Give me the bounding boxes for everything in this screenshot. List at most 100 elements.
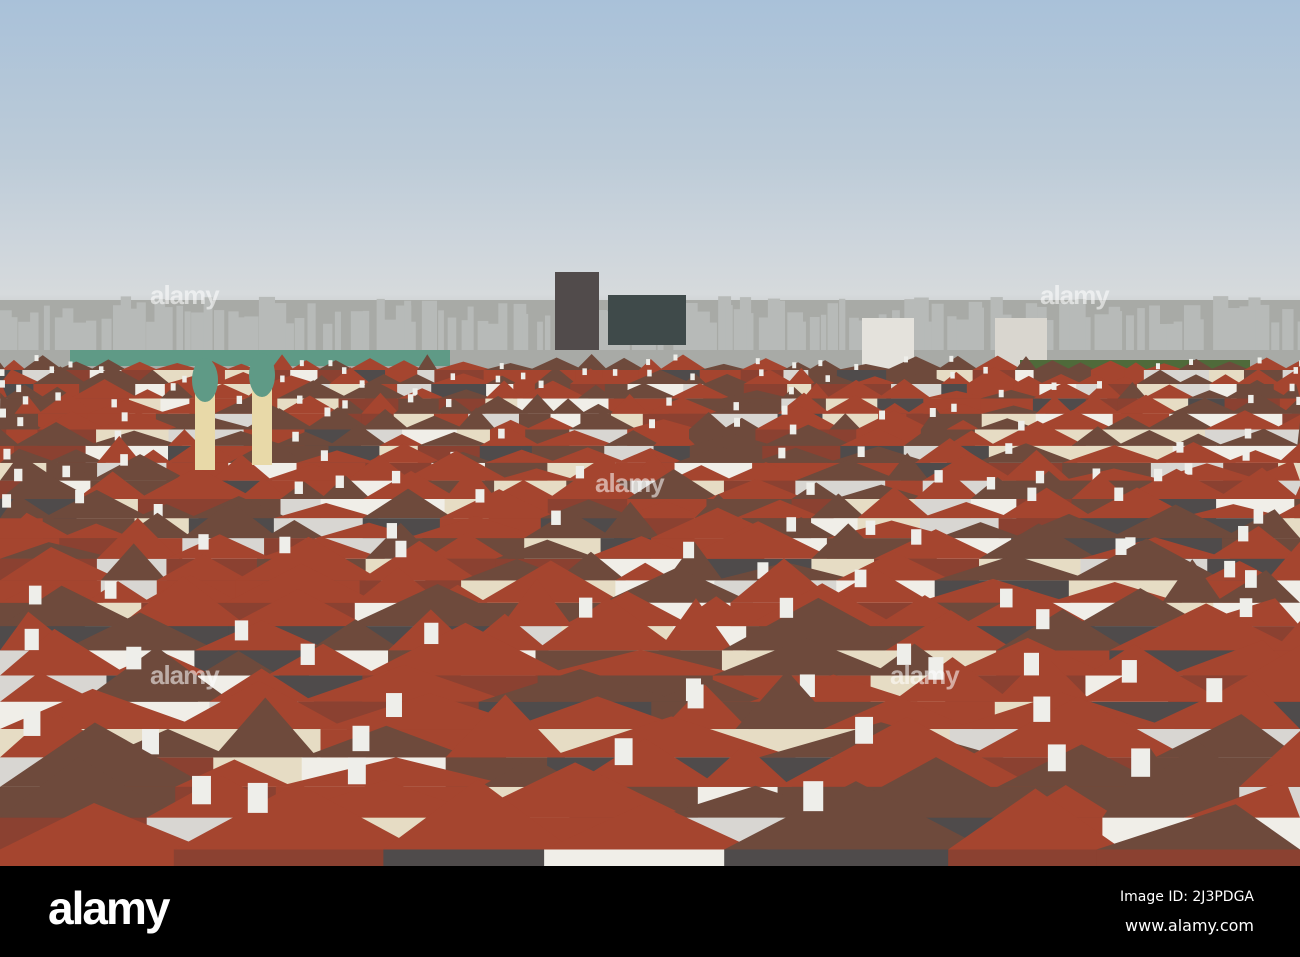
chimney (855, 716, 874, 744)
distant-building (323, 323, 333, 350)
distant-building (285, 323, 294, 350)
chimney (582, 368, 587, 376)
footer-bar: alamy Image ID: 2J3PDGA www.alamy.com (0, 866, 1300, 957)
chimney (781, 405, 788, 415)
tower-building (608, 295, 686, 345)
chimney (673, 354, 678, 361)
chimney (792, 362, 797, 369)
distant-building (1198, 319, 1204, 350)
distant-building (544, 315, 551, 350)
chimney (825, 375, 830, 382)
chimney (170, 383, 176, 391)
distant-building (798, 321, 806, 350)
chimney (1245, 570, 1257, 588)
distant-building (1261, 317, 1269, 350)
distant-building (522, 313, 529, 350)
chimney (551, 510, 561, 525)
watermark: alamy (1040, 280, 1110, 310)
chimney (1047, 744, 1066, 772)
website-link: www.alamy.com (1125, 916, 1254, 935)
chimney (934, 470, 943, 483)
chimney (538, 380, 544, 389)
chimney (17, 417, 24, 427)
distant-building (382, 319, 397, 350)
building (724, 849, 988, 866)
distant-building (176, 305, 184, 350)
chimney (0, 369, 5, 376)
distant-building (1126, 315, 1134, 350)
distant-building (294, 317, 305, 350)
building (1096, 849, 1300, 866)
distant-building (746, 313, 754, 350)
distant-building (7, 317, 18, 350)
chimney (1239, 598, 1253, 618)
chimney (352, 725, 370, 752)
distant-building (43, 305, 50, 350)
distant-building (362, 310, 370, 350)
distant-building (213, 310, 225, 350)
chimney (733, 402, 739, 411)
distant-building (461, 320, 469, 350)
church-dome (192, 358, 218, 402)
chimney (612, 369, 618, 376)
chimney (359, 380, 365, 388)
chimney (1005, 443, 1013, 454)
distant-building (777, 300, 786, 350)
chimney (498, 428, 505, 439)
chimney (342, 400, 348, 409)
distant-building (1173, 321, 1183, 350)
chimney (1033, 696, 1051, 722)
chimney (126, 646, 142, 670)
chimney (806, 482, 815, 495)
distant-building (30, 312, 39, 350)
distant-building (924, 321, 932, 350)
chimney (1248, 394, 1254, 404)
chimney (1184, 463, 1193, 475)
chimney (949, 355, 954, 362)
chimney (247, 782, 268, 813)
chimney (789, 424, 797, 435)
chimney (1051, 382, 1057, 390)
chimney (341, 367, 347, 374)
chimney (104, 581, 117, 599)
distant-building (809, 316, 820, 350)
chimney (759, 369, 764, 377)
chimney (335, 475, 344, 488)
chimney (614, 738, 633, 766)
chimney (690, 373, 695, 381)
watermark: alamy (150, 280, 220, 310)
chimney (34, 355, 39, 362)
chimney (386, 693, 402, 718)
chimney (1224, 560, 1236, 578)
chimney (450, 373, 456, 381)
chimney (854, 363, 859, 370)
distant-building (1137, 308, 1145, 350)
chimney (292, 431, 299, 442)
chimney (911, 529, 922, 545)
distant-building (977, 307, 985, 350)
chimney (755, 358, 760, 365)
chimney (1289, 383, 1295, 392)
distant-building (447, 317, 457, 350)
chimney (1257, 357, 1262, 364)
chimney (55, 392, 61, 401)
chimney (320, 450, 328, 461)
chimney (983, 366, 988, 374)
chimney (1296, 396, 1300, 406)
image-id: Image ID: 2J3PDGA (1120, 889, 1254, 905)
chimney (1114, 487, 1124, 501)
chimney (407, 394, 414, 403)
distant-building (404, 300, 412, 350)
distant-building (113, 305, 122, 350)
chimney (788, 386, 794, 395)
chimney (28, 585, 42, 605)
distant-building (947, 316, 957, 350)
chimney (111, 399, 117, 408)
chimney (1238, 525, 1249, 542)
chimney (803, 781, 824, 812)
chimney (929, 408, 936, 417)
chimney (778, 447, 786, 459)
chimney (14, 468, 23, 482)
chimney (22, 396, 29, 405)
chimney (300, 643, 315, 665)
